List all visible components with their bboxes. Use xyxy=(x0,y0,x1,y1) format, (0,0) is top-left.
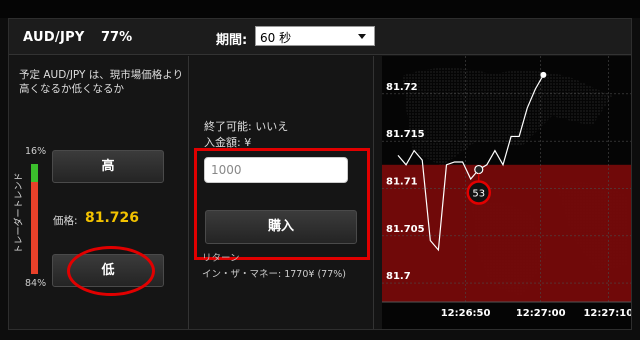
y-tick-label: 81.705 xyxy=(386,224,425,235)
amount-input[interactable] xyxy=(204,157,348,183)
order-panel: 終了可能: いいえ 入金額: ¥ 購入 リターン イン・ザ・マネー: 1770¥… xyxy=(190,56,374,329)
trend-down-percent: 84% xyxy=(25,278,47,289)
x-tick-label: 12:26:50 xyxy=(441,308,491,319)
top-strip xyxy=(0,0,640,18)
price-label: 価格: xyxy=(53,215,78,227)
low-button[interactable]: 低 xyxy=(52,254,164,287)
current-price-dot xyxy=(540,71,547,78)
trader-trend-label: トレーダートレンド xyxy=(14,172,25,254)
chevron-down-icon[interactable] xyxy=(358,34,366,39)
period-select[interactable]: 60 秒 xyxy=(255,26,375,46)
y-tick-label: 81.71 xyxy=(386,176,418,187)
early-close-status: 終了可能: いいえ xyxy=(204,120,289,133)
trend-up-fill xyxy=(31,164,38,182)
current-price: 81.726 xyxy=(85,210,140,226)
y-tick-label: 81.7 xyxy=(386,271,411,282)
return-value: イン・ザ・マネー: 1770¥ (77%) xyxy=(202,269,346,280)
trader-trend-bar xyxy=(31,164,38,274)
return-label: リターン xyxy=(202,253,240,264)
entry-marker xyxy=(474,164,484,175)
price-chart: 81.72 81.715 81.71 81.705 81.7 12:26:50 12:27:… xyxy=(382,56,631,329)
countdown-label: 53 xyxy=(472,189,485,200)
y-tick-label: 81.72 xyxy=(386,82,418,93)
x-tick-label: 12:27:10 xyxy=(583,308,631,319)
prediction-question: 予定 AUD/JPY は、現市場価格より高くなるか低くなるか xyxy=(19,69,184,95)
asset-pair: AUD/JPY xyxy=(23,30,85,45)
y-tick-label: 81.715 xyxy=(386,129,425,140)
x-tick-label: 12:27:00 xyxy=(516,308,566,319)
buy-button[interactable]: 購入 xyxy=(205,210,357,244)
period-label: 期間: xyxy=(216,33,248,48)
trend-up-percent: 16% xyxy=(25,146,47,157)
period-value: 60 秒 xyxy=(260,31,292,45)
deposit-label: 入金額: ¥ xyxy=(204,136,252,149)
direction-panel: 予定 AUD/JPY は、現市場価格より高くなるか低くなるか 16% トレーダー… xyxy=(9,56,189,329)
payout-percent: 77% xyxy=(101,30,133,45)
high-button[interactable]: 高 xyxy=(52,150,164,183)
price-chart-svg: 81.72 81.715 81.71 81.705 81.7 12:26:50 12:27:… xyxy=(382,56,631,319)
trade-header: AUD/JPY 77% 期間: 60 秒 xyxy=(9,19,631,55)
